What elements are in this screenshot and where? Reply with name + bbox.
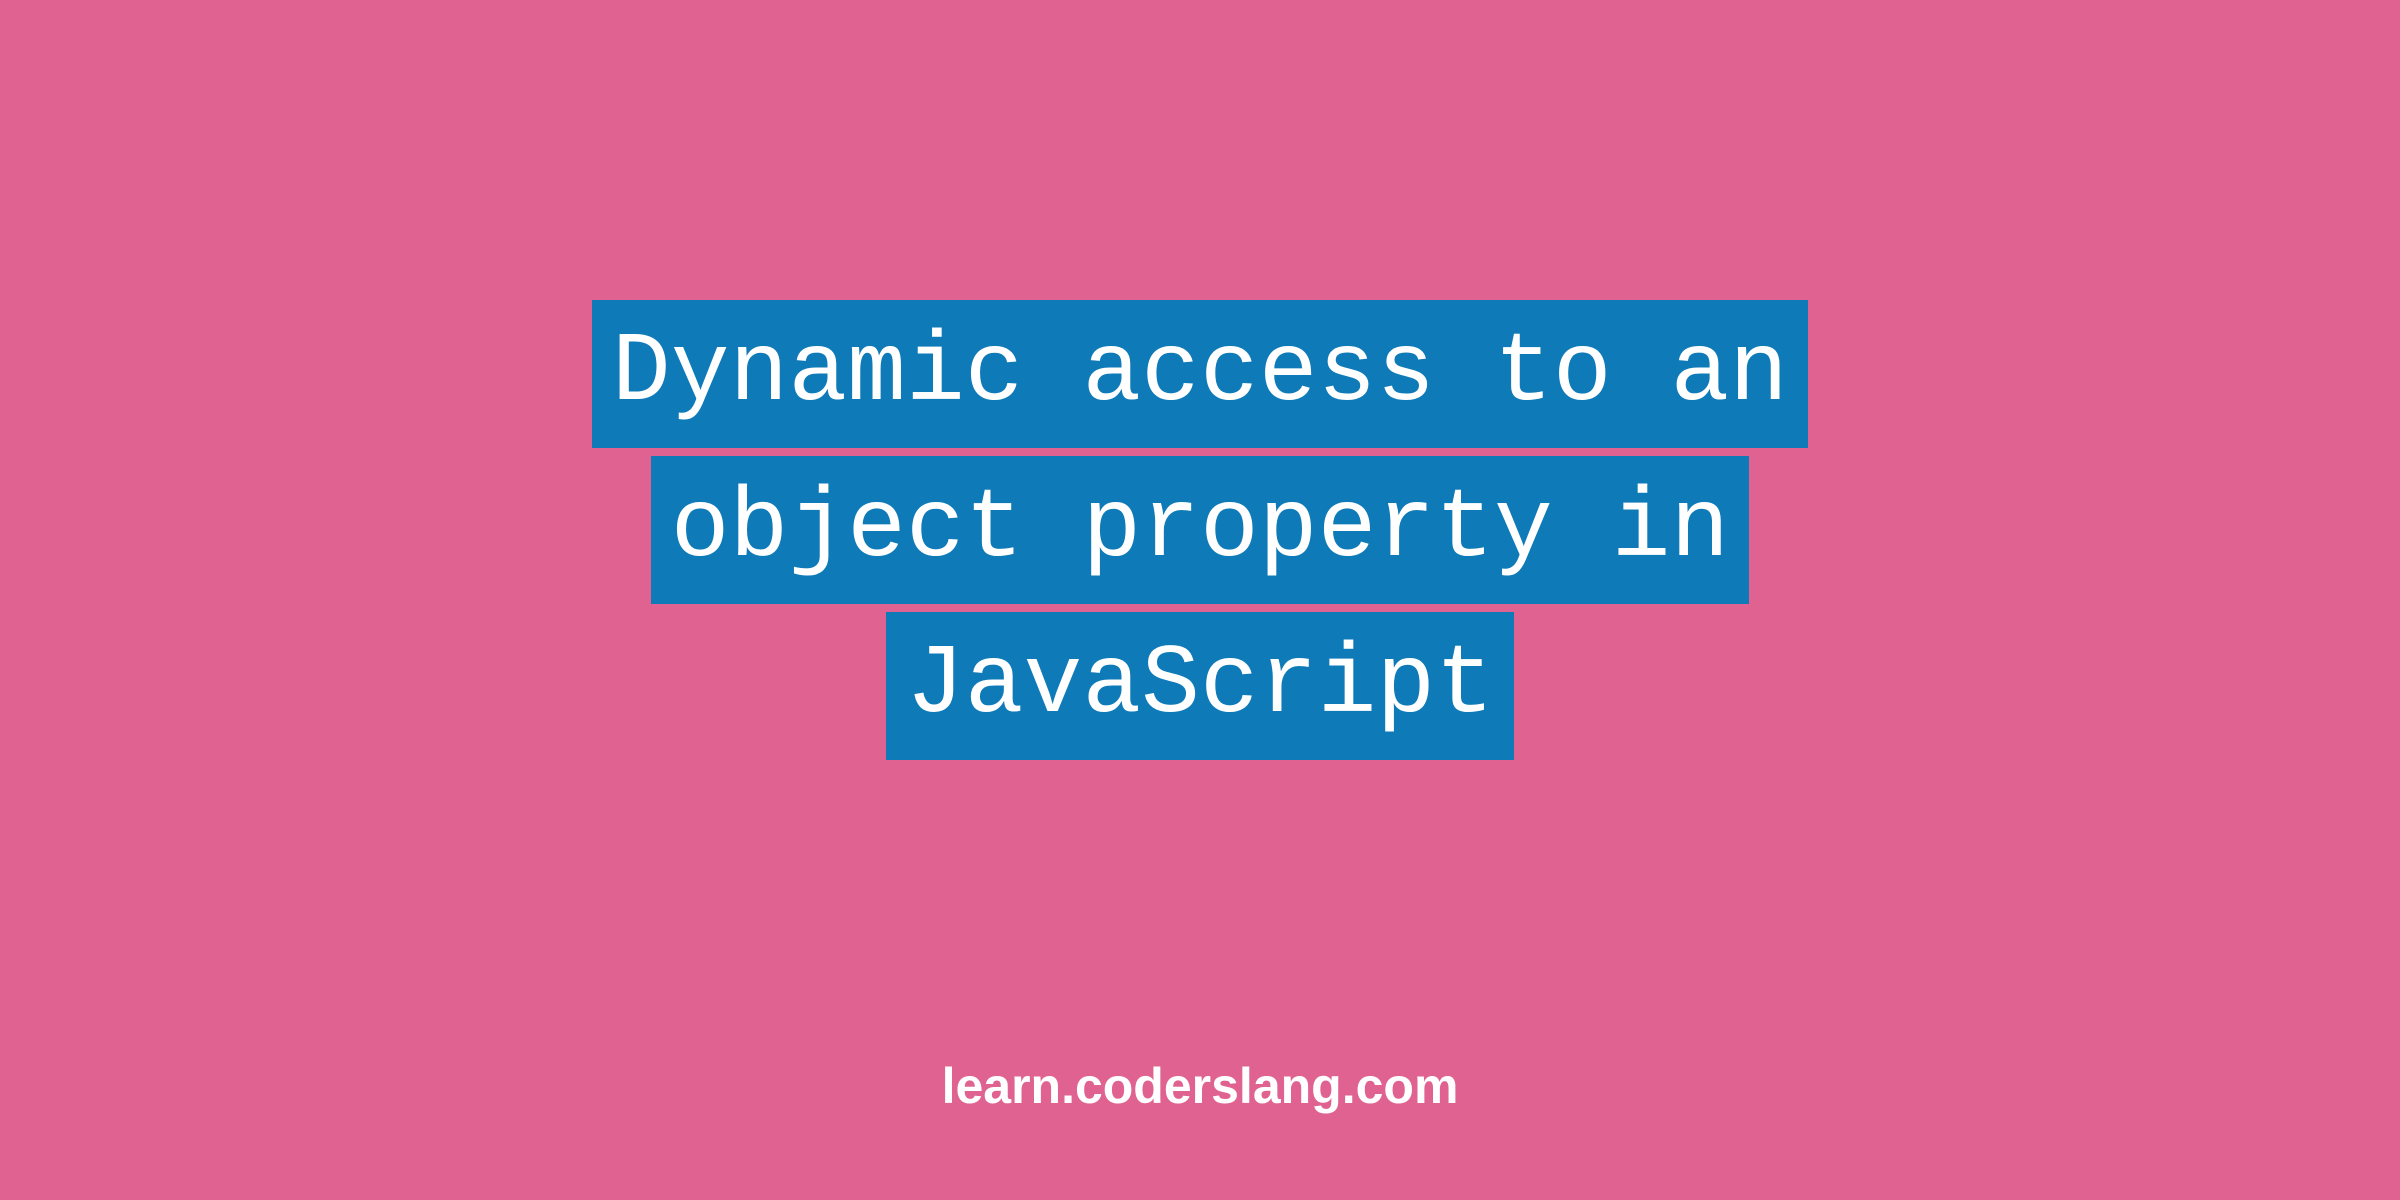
page-title: Dynamic access to an object property in … (592, 296, 1808, 765)
title-line-1: Dynamic access to an (592, 300, 1808, 448)
footer-url: learn.coderslang.com (942, 1058, 1459, 1114)
footer: learn.coderslang.com (0, 1057, 2400, 1115)
title-line-3: JavaScript (886, 612, 1514, 760)
title-line-2: object property in (651, 456, 1750, 604)
